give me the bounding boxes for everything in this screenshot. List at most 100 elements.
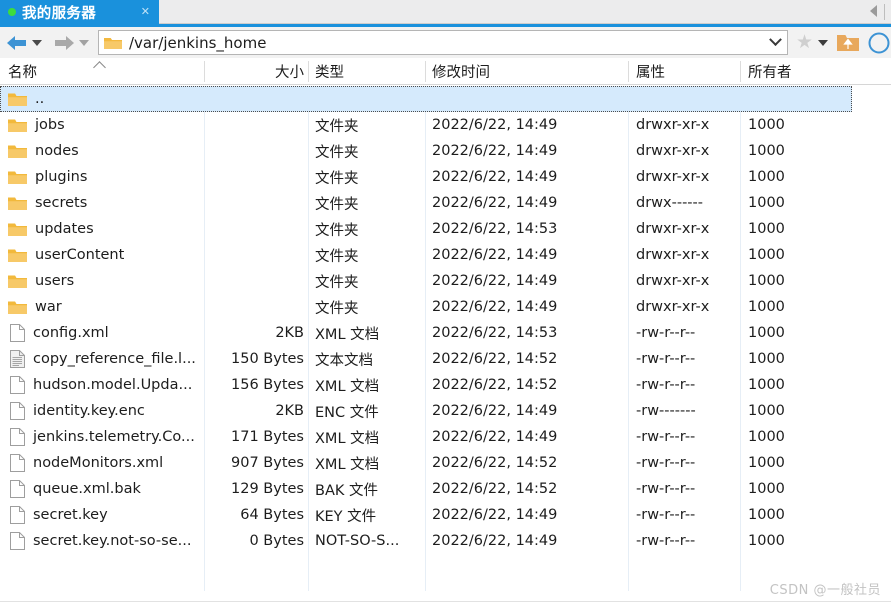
file-icon xyxy=(10,454,25,472)
cell-owner: 1000 xyxy=(748,507,785,523)
cell-name: plugins xyxy=(8,164,87,190)
table-row[interactable]: identity.key.enc 2KB ENC 文件 2022/6/22, 14:4… xyxy=(0,398,891,424)
file-name-label: jobs xyxy=(35,117,65,133)
cell-size xyxy=(204,216,304,242)
file-name-label: copy_reference_file.l... xyxy=(33,351,196,367)
cell-size: 2KB xyxy=(275,403,304,419)
cell-owner: 1000 xyxy=(748,325,785,341)
table-row[interactable]: secrets 文件夹 2022/6/22, 14:49 drwx------ 1000 xyxy=(0,190,891,216)
cell-attributes: drwxr-xr-x xyxy=(636,247,710,263)
column-header-attr[interactable]: 属性 xyxy=(636,58,665,84)
file-icon xyxy=(10,428,25,446)
close-icon[interactable]: ✕ xyxy=(138,5,153,20)
cell-modified-time: 2022/6/22, 14:52 xyxy=(432,455,558,471)
cell-attributes: -rw-r--r-- xyxy=(636,507,696,523)
cell-type: 文件夹 xyxy=(315,170,359,187)
parent-folder-icon[interactable] xyxy=(837,33,859,52)
navigation-toolbar: /var/jenkins_home ★ xyxy=(0,27,891,58)
cell-name: secret.key.not-so-se... xyxy=(8,528,191,554)
star-icon[interactable]: ★ xyxy=(796,33,813,52)
table-row[interactable]: nodes 文件夹 2022/6/22, 14:49 drwxr-xr-x 1000 xyxy=(0,138,891,164)
cell-modified-time: 2022/6/22, 14:49 xyxy=(432,273,558,289)
column-header-owner[interactable]: 所有者 xyxy=(748,58,792,84)
cell-size xyxy=(204,190,304,216)
folder-icon xyxy=(8,196,27,211)
table-row[interactable]: queue.xml.bak 129 Bytes BAK 文件 2022/6/22, 1… xyxy=(0,476,891,502)
tab-label: 我的服务器 xyxy=(22,5,96,22)
address-bar[interactable]: /var/jenkins_home xyxy=(98,30,788,55)
forward-button[interactable] xyxy=(47,27,94,58)
file-name-label: users xyxy=(35,273,75,289)
back-button[interactable] xyxy=(0,27,47,58)
cell-name: identity.key.enc xyxy=(8,398,145,424)
cell-name: war xyxy=(8,294,62,320)
cell-attributes: drwxr-xr-x xyxy=(636,143,710,159)
cell-name: userContent xyxy=(8,242,124,268)
cell-attributes: -rw-r--r-- xyxy=(636,351,696,367)
cell-owner: 1000 xyxy=(748,117,785,133)
column-header-type[interactable]: 类型 xyxy=(315,58,344,84)
cell-type: 文件夹 xyxy=(315,118,359,135)
cell-modified-time: 2022/6/22, 14:49 xyxy=(432,169,558,185)
table-row[interactable]: config.xml 2KB XML 文档 2022/6/22, 14:53 -rw-r… xyxy=(0,320,891,346)
table-row[interactable]: jenkins.telemetry.Co... 171 Bytes XML 文档 20… xyxy=(0,424,891,450)
column-divider[interactable] xyxy=(740,61,741,82)
file-list[interactable]: .. jobs 文件夹 2022/6/22, 14:49 drwxr-xr-x 1000 n… xyxy=(0,86,891,591)
watermark-text: CSDN @一般社员 xyxy=(769,583,881,598)
cell-owner: 1000 xyxy=(748,299,785,315)
table-row[interactable]: jobs 文件夹 2022/6/22, 14:49 drwxr-xr-x 1000 xyxy=(0,112,891,138)
cell-attributes: -rw-r--r-- xyxy=(636,429,696,445)
table-row[interactable]: users 文件夹 2022/6/22, 14:49 drwxr-xr-x 1000 xyxy=(0,268,891,294)
back-history-chevron-icon[interactable] xyxy=(32,39,42,46)
cell-modified-time: 2022/6/22, 14:49 xyxy=(432,533,558,549)
cell-type: 文本文档 xyxy=(315,352,373,369)
folder-icon xyxy=(8,222,27,237)
column-header-time[interactable]: 修改时间 xyxy=(432,58,490,84)
chevron-down-icon[interactable] xyxy=(769,33,782,47)
cell-type: XML 文档 xyxy=(315,456,380,473)
refresh-icon[interactable] xyxy=(867,31,891,55)
tab-scroll-left-icon[interactable] xyxy=(870,5,877,17)
cell-owner: 1000 xyxy=(748,377,785,393)
table-row[interactable]: secret.key 64 Bytes KEY 文件 2022/6/22, 14:49… xyxy=(0,502,891,528)
cell-modified-time: 2022/6/22, 14:49 xyxy=(432,195,558,211)
table-row[interactable]: updates 文件夹 2022/6/22, 14:53 drwxr-xr-x 1000 xyxy=(0,216,891,242)
table-row[interactable]: .. xyxy=(0,86,852,112)
cell-size xyxy=(204,164,304,190)
tab-strip: 我的服务器 ✕ xyxy=(0,0,891,24)
cell-owner: 1000 xyxy=(748,403,785,419)
cell-attributes: drwxr-xr-x xyxy=(636,169,710,185)
address-path-text[interactable]: /var/jenkins_home xyxy=(129,34,266,52)
column-header-size[interactable]: 大小 xyxy=(204,58,304,84)
column-divider[interactable] xyxy=(425,61,426,82)
bookmarks-chevron-icon[interactable] xyxy=(818,39,828,46)
tab-my-server[interactable]: 我的服务器 ✕ xyxy=(0,0,159,24)
cell-size xyxy=(204,268,304,294)
table-row[interactable]: userContent 文件夹 2022/6/22, 14:49 drwxr-xr-x… xyxy=(0,242,891,268)
cell-name: .. xyxy=(8,86,44,112)
cell-modified-time: 2022/6/22, 14:49 xyxy=(432,143,558,159)
cell-name: users xyxy=(8,268,74,294)
file-name-label: queue.xml.bak xyxy=(33,481,141,497)
table-row[interactable]: nodeMonitors.xml 907 Bytes XML 文档 2022/6/22… xyxy=(0,450,891,476)
forward-history-chevron-icon[interactable] xyxy=(79,39,89,46)
cell-modified-time: 2022/6/22, 14:49 xyxy=(432,247,558,263)
column-divider[interactable] xyxy=(308,61,309,82)
cell-type: 文件夹 xyxy=(315,196,359,213)
cell-modified-time: 2022/6/22, 14:49 xyxy=(432,117,558,133)
table-row[interactable]: copy_reference_file.l... 150 Bytes 文本文档 202… xyxy=(0,346,891,372)
cell-type: ENC 文件 xyxy=(315,404,379,421)
table-row[interactable]: secret.key.not-so-se... 0 Bytes NOT-SO-S..… xyxy=(0,528,891,554)
cell-name: queue.xml.bak xyxy=(8,476,141,502)
table-row[interactable]: war 文件夹 2022/6/22, 14:49 drwxr-xr-x 1000 xyxy=(0,294,891,320)
column-divider[interactable] xyxy=(628,61,629,82)
table-row[interactable]: hudson.model.Upda... 156 Bytes XML 文档 2022/… xyxy=(0,372,891,398)
cell-modified-time: 2022/6/22, 14:52 xyxy=(432,481,558,497)
file-name-label: updates xyxy=(35,221,94,237)
file-icon xyxy=(10,376,25,394)
cell-modified-time: 2022/6/22, 14:53 xyxy=(432,325,558,341)
forward-arrow-icon xyxy=(53,35,75,51)
table-row[interactable]: plugins 文件夹 2022/6/22, 14:49 drwxr-xr-x 1000 xyxy=(0,164,891,190)
cell-type: 文件夹 xyxy=(315,144,359,161)
column-header-name[interactable]: 名称 xyxy=(8,58,37,84)
